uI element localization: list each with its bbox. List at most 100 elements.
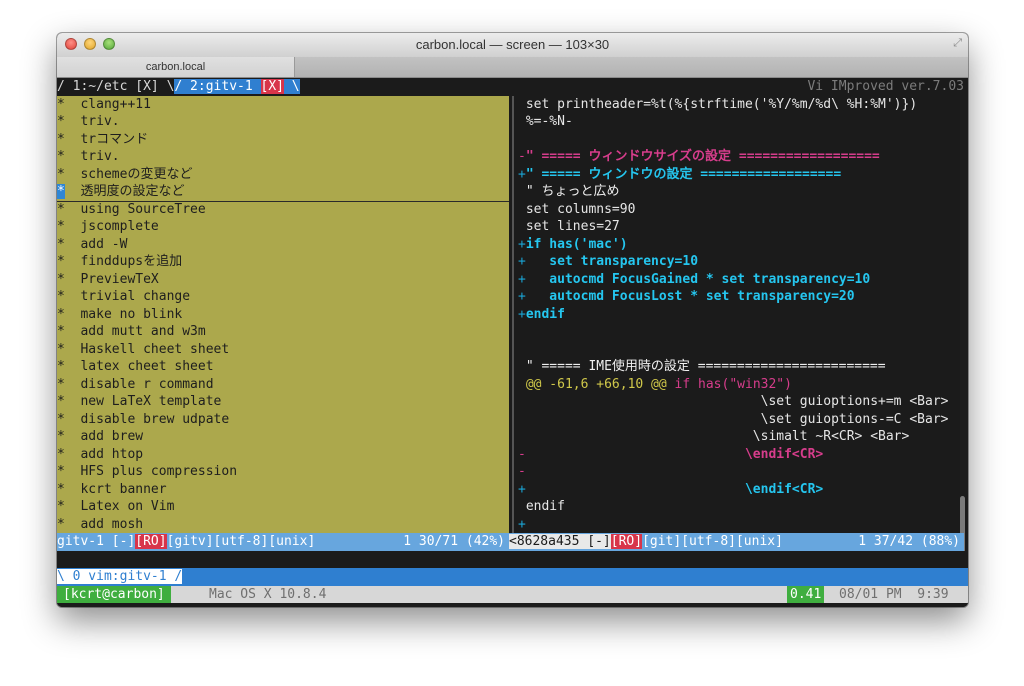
fullscreen-icon[interactable]: ⤢ — [953, 37, 962, 50]
commit-message: latex cheet sheet — [64, 359, 214, 374]
commit-message: triv. — [64, 114, 120, 129]
commit-row[interactable]: * make no blink — [57, 306, 509, 324]
commit-bullet: * — [57, 499, 65, 514]
commit-bullet: * — [57, 289, 65, 304]
commit-bullet: * — [57, 201, 65, 217]
commit-row[interactable]: * new LaTeX template — [57, 393, 509, 411]
commit-bullet: * — [57, 481, 65, 497]
commit-message: kcrt banner — [64, 481, 167, 497]
tab-carbon-local[interactable]: carbon.local — [57, 57, 295, 77]
diff-sign — [518, 412, 526, 427]
commit-row[interactable]: * Haskell cheet sheet — [57, 341, 509, 359]
commit-row[interactable]: * kcrt banner — [57, 481, 509, 499]
terminal-area[interactable]: / 1:~/etc [X] \/ 2:gitv-1 [X] \ Vi IMprov… — [57, 78, 968, 607]
diff-line — [518, 323, 964, 341]
diff-text: \endif<CR> — [525, 481, 824, 497]
commit-row[interactable]: * add -W — [57, 236, 509, 254]
diff-line: set columns=90 — [518, 201, 964, 219]
screen-tab-2-close[interactable]: [X] — [260, 79, 284, 94]
title-bar[interactable]: carbon.local — screen — 103×30 ⤢ — [57, 33, 968, 58]
diff-sign: - — [518, 149, 526, 164]
commit-bullet: * — [57, 166, 65, 182]
commit-message: PreviewTeX — [64, 271, 159, 287]
commit-row[interactable]: * triv. — [57, 148, 509, 166]
commit-row[interactable]: * triv. — [57, 113, 509, 131]
git-diff-pane[interactable]: set printheader=%t(%{strftime('%Y/%m/%d\… — [518, 96, 964, 534]
commit-row[interactable]: * latex cheet sheet — [57, 358, 509, 376]
diff-line: endif — [518, 498, 964, 516]
diff-text: %=-%N- — [525, 114, 573, 129]
diff-line: +" ===== ウィンドウの設定 ================== — [518, 166, 964, 184]
commit-message: Haskell cheet sheet — [64, 341, 230, 357]
commit-row[interactable]: * Latex on Vim — [57, 498, 509, 516]
commit-row[interactable]: * finddupsを追加 — [57, 253, 509, 271]
screen-window-current[interactable]: \ 0 vim:gitv-1 / — [57, 569, 183, 584]
screen-window-tabline: / 1:~/etc [X] \/ 2:gitv-1 [X] \ Vi IMprov… — [57, 78, 968, 96]
commit-message: triv. — [64, 149, 120, 164]
diff-text: endif — [525, 499, 565, 514]
commit-message: add mosh — [64, 516, 144, 532]
commit-row[interactable]: * disable brew udpate — [57, 411, 509, 429]
commit-bullet: * — [57, 131, 65, 147]
commit-row[interactable]: * add mosh — [57, 516, 509, 534]
diff-text: set columns=90 — [525, 201, 636, 217]
commit-message: make no blink — [64, 306, 183, 322]
diff-line: \set guioptions-=C <Bar> — [518, 411, 964, 429]
diff-line: @@ -61,6 +66,10 @@ if has("win32") — [518, 376, 964, 394]
commit-bullet: * — [57, 219, 65, 234]
gitv-commit-list[interactable]: * clang++11 * triv. * trコマンド * triv. * schem… — [57, 95, 509, 534]
diff-text: \endif<CR> — [525, 446, 824, 462]
commit-message: new LaTeX template — [64, 394, 222, 409]
diff-sign: - — [518, 464, 526, 479]
commit-row[interactable]: * disable r command — [57, 376, 509, 394]
screen-tab-2[interactable]: / 2:gitv-1 — [174, 79, 261, 94]
diff-line: - — [518, 463, 964, 481]
status-right-rest: [git][utf-8][unix] — [642, 534, 783, 549]
tab-bar: carbon.local — [57, 57, 968, 78]
commit-row[interactable]: * trコマンド — [57, 131, 509, 149]
commit-row[interactable]: * schemeの変更など — [57, 166, 509, 184]
diff-sign — [518, 132, 526, 147]
commit-row[interactable]: * clang++11 — [57, 96, 509, 114]
diff-text: if has('mac') — [525, 236, 628, 252]
diff-sign — [518, 114, 526, 129]
diff-text: \set guioptions+=m <Bar> — [525, 394, 949, 409]
diff-sign: + — [518, 306, 526, 322]
commit-row[interactable]: * using SourceTree — [57, 201, 509, 219]
diff-line: " ちょっと広め — [518, 183, 964, 201]
commit-bullet: * — [57, 376, 65, 392]
commit-row[interactable]: * add mutt and w3m — [57, 323, 509, 341]
diff-sign — [518, 394, 526, 409]
diff-line: + set transparency=10 — [518, 253, 964, 271]
diff-text: @@ -61,6 +66,10 @@ if has("win32") — [525, 376, 792, 392]
diff-line — [518, 341, 964, 359]
commit-message: add -W — [64, 236, 128, 252]
diff-line: + \endif<CR> — [518, 481, 964, 499]
commit-row[interactable]: * jscomplete — [57, 218, 509, 236]
diff-line: \simalt ~R<CR> <Bar> — [518, 428, 964, 446]
diff-line: + autocmd FocusLost * set transparency=2… — [518, 288, 964, 306]
diff-text: autocmd FocusLost * set transparency=20 — [525, 289, 855, 304]
commit-bullet: * — [57, 429, 65, 444]
os-version: Mac OS X 10.8.4 — [209, 586, 327, 602]
commit-row[interactable]: * add brew — [57, 428, 509, 446]
diff-text: set lines=27 — [525, 219, 620, 234]
diff-line: - \endif<CR> — [518, 446, 964, 464]
commit-bullet: * — [57, 96, 65, 112]
commit-row[interactable]: * add htop — [57, 446, 509, 464]
status-left-name: gitv-1 [-] — [57, 534, 136, 549]
window-title: carbon.local — screen — 103×30 — [415, 37, 610, 52]
split-separator[interactable] — [509, 95, 518, 533]
command-line[interactable] — [57, 550, 968, 568]
commit-row[interactable]: * 透明度の設定など — [57, 183, 509, 202]
commit-message: clang++11 — [64, 96, 151, 112]
commit-row[interactable]: * trivial change — [57, 288, 509, 306]
commit-bullet: * — [57, 114, 65, 129]
screen-tab-1[interactable]: / 1:~/etc [X] \ — [57, 79, 174, 94]
commit-bullet: * — [57, 236, 65, 252]
commit-row[interactable]: * HFS plus compression — [57, 463, 509, 481]
commit-row[interactable]: * PreviewTeX — [57, 271, 509, 289]
diff-line: + autocmd FocusGained * set transparency… — [518, 271, 964, 289]
commit-message: trコマンド — [64, 131, 149, 147]
diff-text: endif — [525, 306, 565, 322]
